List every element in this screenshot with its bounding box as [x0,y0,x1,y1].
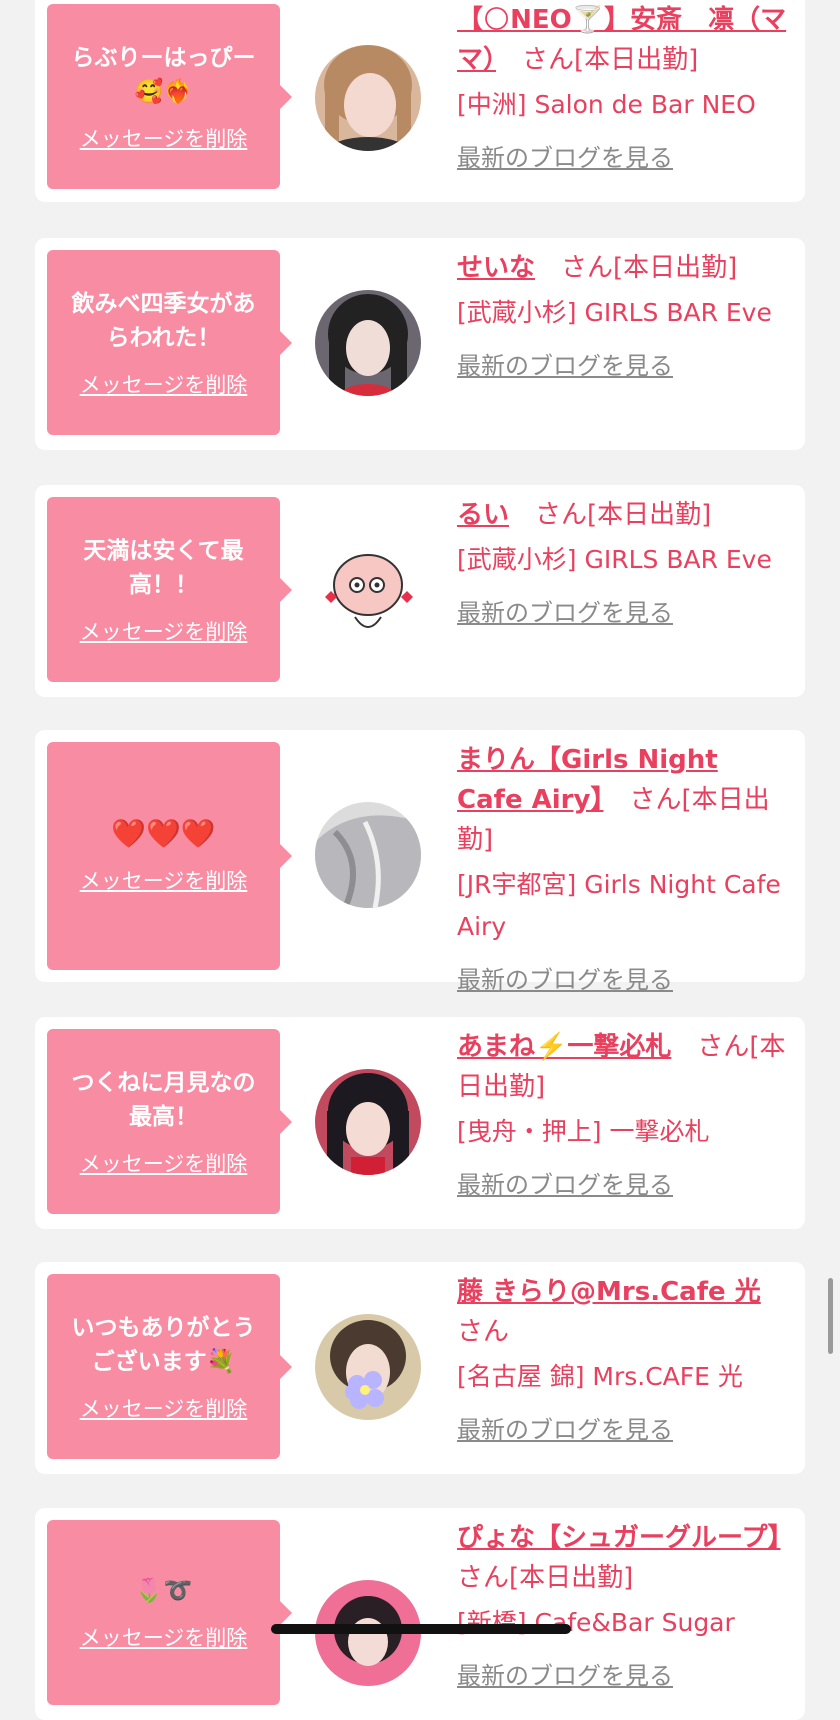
delete-message-link[interactable]: メッセージを削除 [80,1622,248,1652]
cast-info: 藤 きらり@Mrs.Cafe 光 さん [名古屋 錦] Mrs.CAFE 光 最… [457,1272,792,1445]
delete-message-link[interactable]: メッセージを削除 [80,123,248,153]
avatar[interactable] [315,537,421,643]
message-text: らぶりーはっぴー🥰❤️‍🔥 [71,44,256,105]
attendance-label: さん[本日出勤] [457,1563,634,1593]
cast-name-link[interactable]: あまね⚡️一撃必札 [457,1032,671,1062]
message-text: いつもありがとうございます💐 [71,1314,256,1375]
message-text: つくねに月見なの最高！ [71,1069,256,1130]
message-bubble: ❤️❤️❤️ メッセージを削除 [47,742,292,970]
cast-card: つくねに月見なの最高！ メッセージを削除 あまね⚡️一撃必札 さん[本日出勤] … [35,1017,805,1229]
shop-label: [JR宇都宮] Girls Night Cafe Airy [457,870,781,941]
home-indicator[interactable] [271,1624,571,1634]
cast-name-link[interactable]: 藤 きらり@Mrs.Cafe 光 [457,1277,761,1307]
cast-name-link[interactable]: せいな [457,253,535,283]
message-text: 天満は安くて最高！！ [83,537,244,598]
cast-info: せいな さん[本日出勤] [武蔵小杉] GIRLS BAR Eve 最新のブログ… [457,248,792,381]
cast-card: 🌷➰ メッセージを削除 ぴょな【シュガーグループ】 さん[本日出勤] [新橋] … [35,1508,805,1720]
delete-message-link[interactable]: メッセージを削除 [80,1148,248,1178]
shop-label: [武蔵小杉] GIRLS BAR Eve [457,545,772,574]
latest-blog-link[interactable]: 最新のブログを見る [457,960,673,995]
cast-card: いつもありがとうございます💐 メッセージを削除 藤 きらり@Mrs.Cafe 光… [35,1262,805,1474]
latest-blog-link[interactable]: 最新のブログを見る [457,1165,673,1200]
message-text: 🌷➰ [134,1577,193,1604]
shop-label: [武蔵小杉] GIRLS BAR Eve [457,298,772,327]
message-bubble: いつもありがとうございます💐 メッセージを削除 [47,1274,292,1459]
cast-card: らぶりーはっぴー🥰❤️‍🔥 メッセージを削除 【🌕NEO🍸】安斎 凛（ママ） さ… [35,0,805,202]
scrollbar[interactable] [828,1278,833,1354]
cast-card: ❤️❤️❤️ メッセージを削除 まりん【Girls Night Cafe Air… [35,730,805,994]
cast-card: 天満は安くて最高！！ メッセージを削除 るい さん[本日出勤] [武蔵小杉] G… [35,485,805,697]
shop-label: [曳舟・押上] 一撃必札 [457,1117,710,1146]
cast-info: まりん【Girls Night Cafe Airy】 さん[本日出勤] [JR宇… [457,740,792,995]
cast-card: 飲みべ四季女があらわれた！ メッセージを削除 せいな さん[本日出勤] [武蔵小… [35,238,805,450]
attendance-label: さん [457,1317,510,1347]
latest-blog-link[interactable]: 最新のブログを見る [457,593,673,628]
message-bubble: らぶりーはっぴー🥰❤️‍🔥 メッセージを削除 [47,4,292,189]
cast-name-link[interactable]: ぴょな【シュガーグループ】 [457,1523,780,1553]
shop-label: [名古屋 錦] Mrs.CAFE 光 [457,1362,743,1391]
shop-label: [新橋] Cafe&Bar Sugar [457,1608,735,1637]
attendance-label: さん[本日出勤] [522,45,699,75]
attendance-label: さん[本日出勤] [561,253,738,283]
latest-blog-link[interactable]: 最新のブログを見る [457,346,673,381]
cast-info: るい さん[本日出勤] [武蔵小杉] GIRLS BAR Eve 最新のブログを… [457,495,792,628]
latest-blog-link[interactable]: 最新のブログを見る [457,1410,673,1445]
message-bubble: つくねに月見なの最高！ メッセージを削除 [47,1029,292,1214]
avatar[interactable] [315,1314,421,1420]
attendance-label: さん[本日出勤] [535,500,712,530]
shop-label: [中洲] Salon de Bar NEO [457,90,756,119]
avatar[interactable] [315,45,421,151]
message-bubble: 飲みべ四季女があらわれた！ メッセージを削除 [47,250,292,435]
message-bubble: 天満は安くて最高！！ メッセージを削除 [47,497,292,682]
latest-blog-link[interactable]: 最新のブログを見る [457,1656,673,1691]
latest-blog-link[interactable]: 最新のブログを見る [457,138,673,173]
avatar[interactable] [315,1069,421,1175]
message-bubble: 🌷➰ メッセージを削除 [47,1520,292,1705]
cast-name-link[interactable]: るい [457,500,509,530]
message-text: 飲みべ四季女があらわれた！ [71,290,256,351]
cast-info: あまね⚡️一撃必札 さん[本日出勤] [曳舟・押上] 一撃必札 最新のブログを見… [457,1027,792,1200]
delete-message-link[interactable]: メッセージを削除 [80,1393,248,1423]
delete-message-link[interactable]: メッセージを削除 [80,369,248,399]
message-text: ❤️❤️❤️ [111,817,216,850]
avatar[interactable] [315,290,421,396]
avatar[interactable] [315,802,421,908]
cast-info: 【🌕NEO🍸】安斎 凛（ママ） さん[本日出勤] [中洲] Salon de B… [457,0,792,173]
delete-message-link[interactable]: メッセージを削除 [80,865,248,895]
cast-info: ぴょな【シュガーグループ】 さん[本日出勤] [新橋] Cafe&Bar Sug… [457,1518,792,1691]
delete-message-link[interactable]: メッセージを削除 [80,616,248,646]
